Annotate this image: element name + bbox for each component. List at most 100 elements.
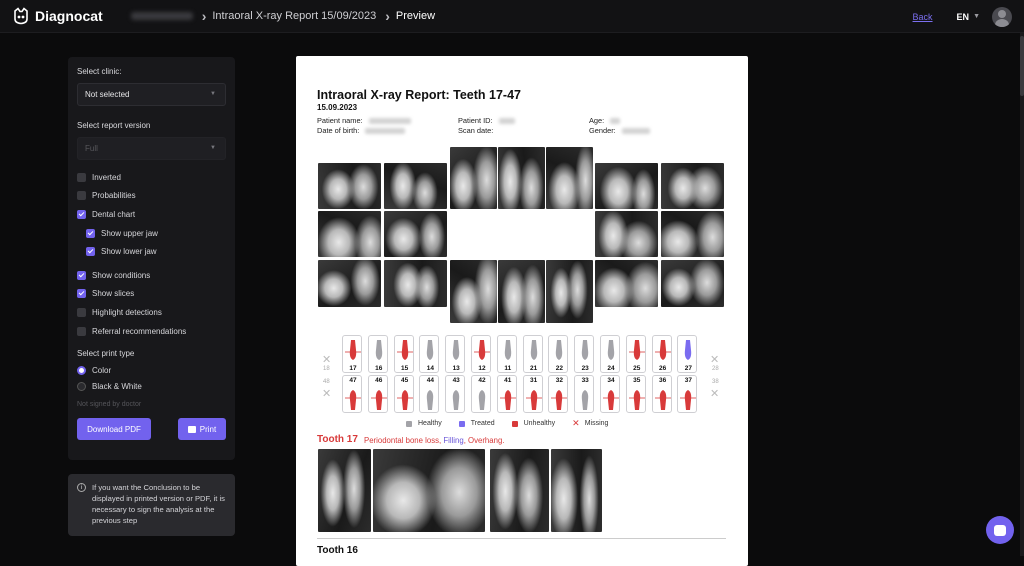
tooth-shape [582, 390, 588, 410]
breadcrumb-patient-blurred[interactable] [131, 12, 193, 20]
tooth-icon [601, 388, 621, 412]
tooth-shape [634, 390, 640, 410]
tooth-16[interactable]: 16 [368, 335, 388, 373]
legend-label: Missing [585, 420, 609, 427]
tooth-icon [524, 338, 544, 362]
tooth-icon [549, 338, 569, 362]
tooth-36[interactable]: 36 [652, 375, 672, 413]
tooth-45[interactable]: 45 [394, 375, 414, 413]
logo[interactable]: Diagnocat [12, 7, 103, 25]
xray-image [498, 260, 545, 323]
checkbox[interactable] [77, 308, 86, 317]
option-inverted[interactable]: Inverted [77, 168, 226, 187]
user-avatar[interactable] [992, 7, 1012, 27]
print-settings-panel: Select clinic: Not selected ▼ Select rep… [68, 57, 235, 460]
tooth-34[interactable]: 34 [600, 375, 620, 413]
tooth-31[interactable]: 31 [523, 375, 543, 413]
chevron-down-icon: ▼ [210, 145, 216, 151]
tooth-42[interactable]: 42 [471, 375, 491, 413]
breadcrumb-report[interactable]: Intraoral X-ray Report 15/09/2023 [212, 10, 376, 22]
legend-swatch [406, 421, 412, 427]
tooth-number: 47 [343, 377, 363, 384]
tooth-37[interactable]: 37 [677, 375, 697, 413]
download-pdf-button[interactable]: Download PDF [77, 418, 151, 440]
tooth-shape [530, 340, 536, 360]
checkbox[interactable] [77, 173, 86, 182]
option-label: Referral recommendations [92, 327, 186, 336]
tooth-21[interactable]: 21 [523, 335, 543, 373]
xray-image [546, 260, 593, 323]
tooth-44[interactable]: 44 [419, 375, 439, 413]
not-signed-note: Not signed by doctor [77, 401, 226, 408]
tooth-shape [530, 390, 536, 410]
checkbox-checked[interactable] [77, 210, 86, 219]
tooth-shape [479, 390, 485, 410]
option-show-slices[interactable]: Show slices [77, 285, 226, 304]
chat-support-button[interactable] [986, 516, 1014, 544]
option-probabilities[interactable]: Probabilities [77, 187, 226, 206]
tooth-27[interactable]: 27 [677, 335, 697, 373]
tooth-46[interactable]: 46 [368, 375, 388, 413]
option-referral-recommendations[interactable]: Referral recommendations [77, 322, 226, 341]
tooth-14[interactable]: 14 [419, 335, 439, 373]
tooth-icon [601, 338, 621, 362]
tooth-41[interactable]: 41 [497, 375, 517, 413]
clinic-select[interactable]: Not selected ▼ [77, 83, 226, 106]
tooth-43[interactable]: 43 [445, 375, 465, 413]
tooth-26[interactable]: 26 [652, 335, 672, 373]
tooth-icon [575, 338, 595, 362]
checkbox-checked[interactable] [77, 271, 86, 280]
tooth-11[interactable]: 11 [497, 335, 517, 373]
legend-unhealthy: Unhealthy [512, 420, 556, 427]
print-type-color[interactable]: Color [77, 362, 226, 378]
option-highlight-detections[interactable]: Highlight detections [77, 303, 226, 322]
condition-text: Filling [443, 436, 463, 445]
checkbox[interactable] [77, 191, 86, 200]
back-link[interactable]: Back [913, 12, 933, 22]
checkbox-checked[interactable] [86, 229, 95, 238]
print-button[interactable]: Print [178, 418, 226, 440]
chevron-down-icon[interactable]: ▼ [973, 13, 980, 20]
xray-image [318, 211, 381, 257]
top-bar: Diagnocat › Intraoral X-ray Report 15/09… [0, 0, 1024, 33]
tooth-12[interactable]: 12 [471, 335, 491, 373]
option-show-upper-jaw[interactable]: Show upper jaw [77, 224, 226, 243]
tooth-32[interactable]: 32 [548, 375, 568, 413]
conclusion-info-box: i If you want the Conclusion to be displ… [68, 474, 235, 536]
tooth-35[interactable]: 35 [626, 375, 646, 413]
option-show-lower-jaw[interactable]: Show lower jaw [77, 242, 226, 261]
scan-date: Scan date: [458, 126, 493, 135]
option-label: Inverted [92, 173, 121, 182]
checkbox-checked[interactable] [86, 247, 95, 256]
option-show-conditions[interactable]: Show conditions [77, 266, 226, 285]
tooth-24[interactable]: 24 [600, 335, 620, 373]
tooth-47[interactable]: 47 [342, 375, 362, 413]
option-dental-chart[interactable]: Dental chart [77, 205, 226, 224]
breadcrumb-preview: Preview [396, 10, 435, 22]
tooth-23[interactable]: 23 [574, 335, 594, 373]
checkbox[interactable] [77, 327, 86, 336]
checkbox-checked[interactable] [77, 289, 86, 298]
radio-selected[interactable] [77, 366, 86, 375]
clinic-label: Select clinic: [77, 67, 226, 76]
tooth-33[interactable]: 33 [574, 375, 594, 413]
language-selector[interactable]: EN [957, 12, 970, 22]
tooth-icon [498, 338, 518, 362]
radio[interactable] [77, 382, 86, 391]
tooth-25[interactable]: 25 [626, 335, 646, 373]
brand-name: Diagnocat [35, 8, 103, 24]
xray-image [595, 211, 658, 257]
tooth-17[interactable]: 17 [342, 335, 362, 373]
missing-tooth-28: 28 [712, 366, 719, 372]
tooth-number: 41 [498, 377, 518, 384]
tooth-22[interactable]: 22 [548, 335, 568, 373]
scrollbar-thumb[interactable] [1020, 36, 1024, 96]
tooth-13[interactable]: 13 [445, 335, 465, 373]
diagnocat-logo-icon [12, 7, 30, 25]
version-select[interactable]: Full ▼ [77, 137, 226, 160]
page-scrollbar[interactable] [1020, 33, 1024, 556]
slice-image [318, 449, 371, 532]
redacted-value [499, 118, 515, 124]
tooth-15[interactable]: 15 [394, 335, 414, 373]
print-type-bw[interactable]: Black & White [77, 378, 226, 394]
